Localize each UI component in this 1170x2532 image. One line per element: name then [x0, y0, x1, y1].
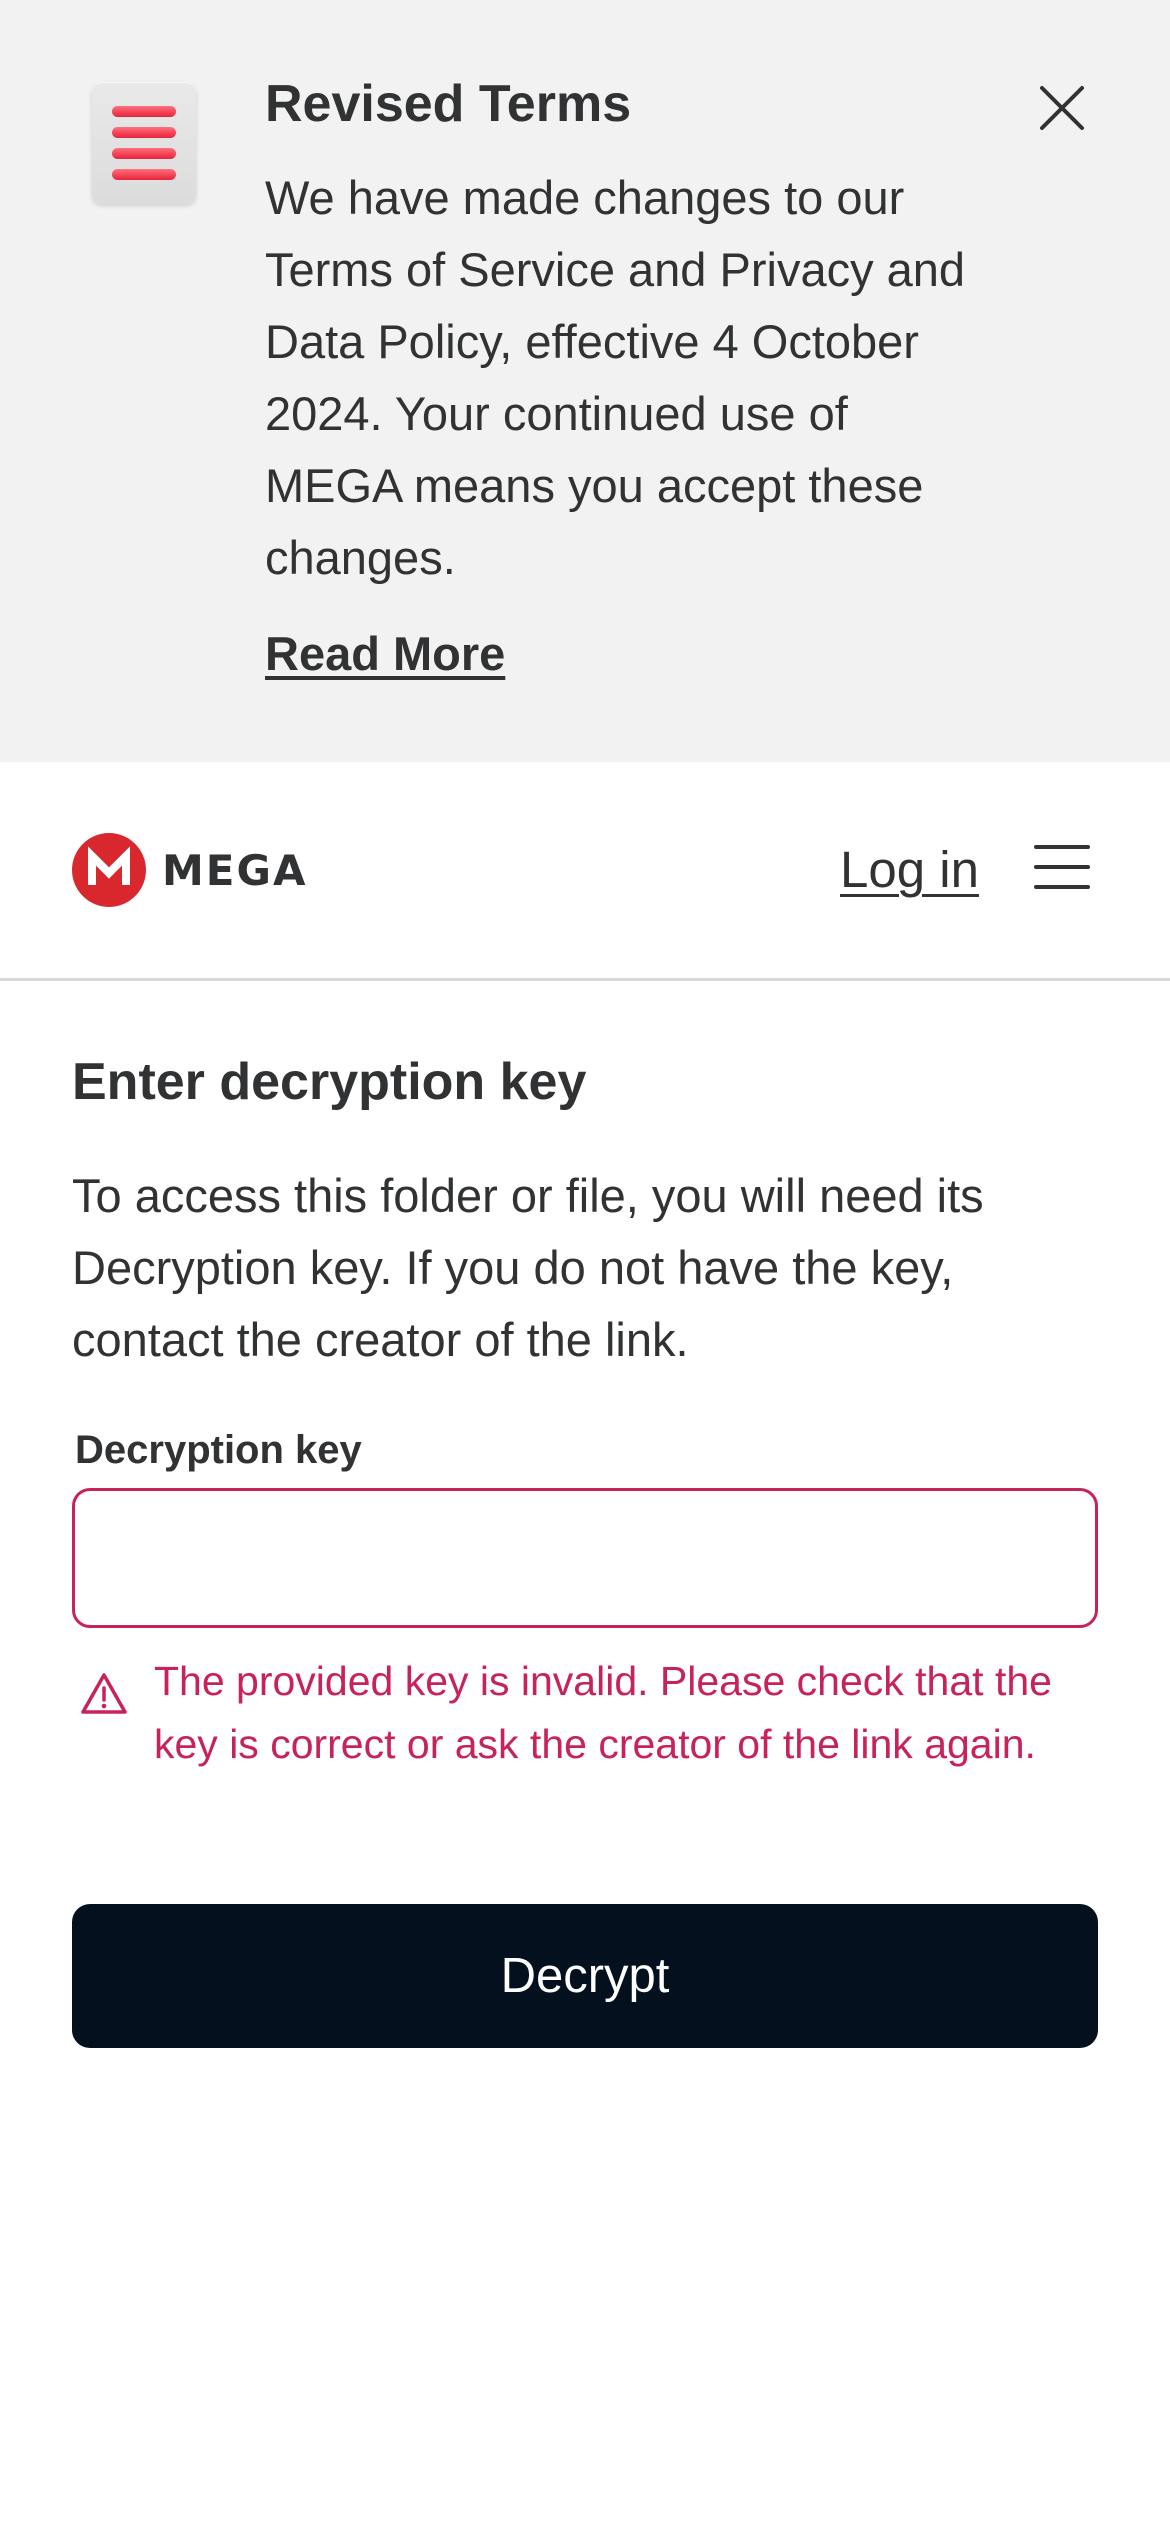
- decryption-key-form: Enter decryption key To access this fold…: [72, 1040, 1098, 2048]
- revised-terms-banner: Revised Terms We have made changes to ou…: [0, 0, 1170, 762]
- log-in-link[interactable]: Log in: [840, 834, 979, 906]
- mega-logo[interactable]: MEGA: [72, 832, 307, 908]
- page-title: Enter decryption key: [72, 1053, 587, 1111]
- close-icon[interactable]: [1030, 76, 1094, 140]
- hamburger-menu-icon[interactable]: [1034, 842, 1090, 892]
- decrypt-button[interactable]: Decrypt: [72, 1904, 1098, 2048]
- banner-body-text: We have made changes to our Terms of Ser…: [265, 171, 966, 584]
- warning-icon: [81, 1673, 127, 1714]
- error-message: The provided key is invalid. Please chec…: [154, 1658, 1052, 1767]
- logo-text: MEGA: [162, 845, 308, 895]
- top-header: MEGA Log in: [0, 762, 1170, 981]
- banner-title: Revised Terms: [265, 75, 632, 133]
- read-more-link[interactable]: Read More: [265, 618, 505, 690]
- decryption-key-label: Decryption key: [75, 1428, 362, 1472]
- mega-logo-icon: [72, 833, 146, 907]
- decryption-key-input[interactable]: [72, 1488, 1098, 1628]
- document-lines-icon: [92, 82, 196, 204]
- description-text: To access this folder or file, you will …: [72, 1169, 984, 1366]
